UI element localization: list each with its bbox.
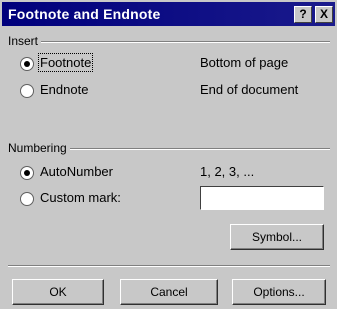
autonumber-description: 1, 2, 3, ... (200, 164, 255, 179)
symbol-button[interactable]: Symbol... (230, 224, 324, 250)
custom-mark-label[interactable]: Custom mark: (40, 190, 121, 205)
autonumber-label[interactable]: AutoNumber (40, 164, 113, 179)
title-bar[interactable]: Footnote and Endnote ? X (2, 2, 335, 26)
footnote-radio[interactable] (20, 57, 34, 71)
custom-mark-input[interactable] (200, 186, 324, 210)
help-button[interactable]: ? (294, 6, 312, 23)
footnote-endnote-dialog: Footnote and Endnote ? X Insert Footnote… (0, 0, 337, 309)
endnote-description: End of document (200, 82, 299, 97)
autonumber-radio[interactable] (20, 166, 34, 180)
dialog-title: Footnote and Endnote (8, 6, 161, 22)
options-button[interactable]: Options... (232, 279, 326, 305)
ok-button[interactable]: OK (12, 279, 104, 305)
endnote-label[interactable]: Endnote (40, 82, 88, 97)
footnote-description: Bottom of page (200, 55, 289, 70)
insert-group-line (8, 41, 330, 43)
numbering-group-label: Numbering (8, 141, 70, 155)
footnote-label[interactable]: Footnote (37, 53, 94, 72)
dialog-separator (8, 265, 330, 267)
custom-mark-radio[interactable] (20, 192, 34, 206)
insert-group-label: Insert (8, 34, 42, 48)
cancel-button[interactable]: Cancel (120, 279, 218, 305)
close-button[interactable]: X (315, 6, 333, 23)
endnote-radio[interactable] (20, 84, 34, 98)
